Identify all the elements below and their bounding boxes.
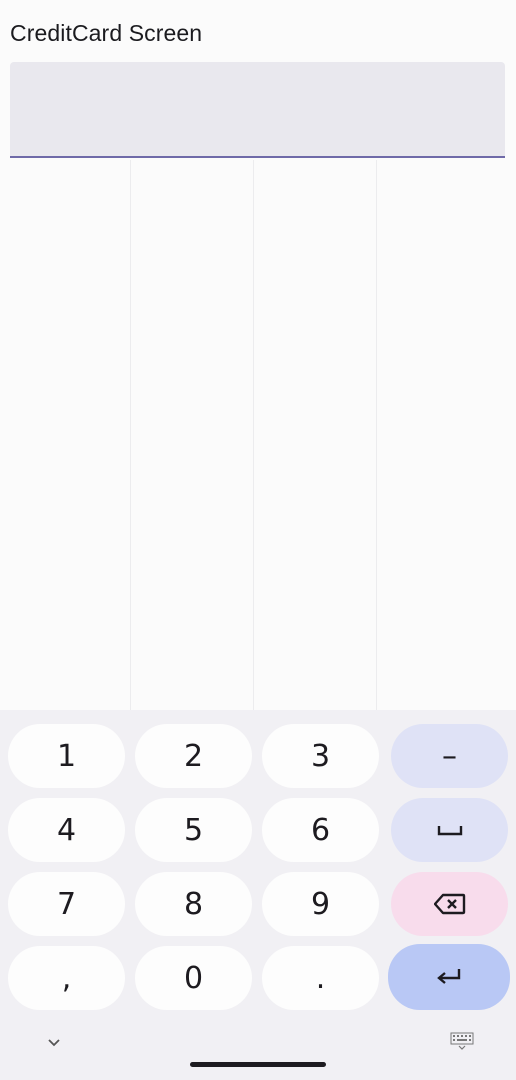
key-7[interactable]: 7 [8,872,125,936]
column-guides [0,160,516,710]
key-5[interactable]: 5 [135,798,252,862]
key-backspace[interactable] [391,872,508,936]
backspace-icon [433,893,465,915]
screen-title: CreditCard Screen [10,20,203,46]
enter-arrow-icon [437,969,461,984]
space-bar-icon [437,826,462,836]
navigation-bar [0,1012,516,1080]
credit-card-field[interactable] [10,62,505,158]
key-6[interactable]: 6 [262,798,379,862]
column-guide [130,160,131,710]
key-4[interactable]: 4 [8,798,125,862]
key-3[interactable]: 3 [262,724,379,788]
key-0[interactable]: 0 [135,946,252,1010]
key-space[interactable] [391,798,508,862]
column-guide [376,160,377,710]
key-1[interactable]: 1 [8,724,125,788]
key-enter[interactable] [388,944,510,1010]
key-period[interactable]: . [262,946,379,1010]
key-8[interactable]: 8 [135,872,252,936]
chevron-down-icon[interactable] [46,1036,62,1048]
numeric-keyboard: 1 2 3 – 4 5 6 7 8 9 , 0 . [0,710,516,1080]
key-dash[interactable]: – [391,724,508,788]
key-9[interactable]: 9 [262,872,379,936]
home-handle[interactable] [190,1062,326,1067]
key-2[interactable]: 2 [135,724,252,788]
column-guide [253,160,254,710]
keyboard-icon[interactable] [450,1032,474,1050]
credit-card-input[interactable] [26,96,489,121]
key-comma[interactable]: , [8,946,125,1010]
